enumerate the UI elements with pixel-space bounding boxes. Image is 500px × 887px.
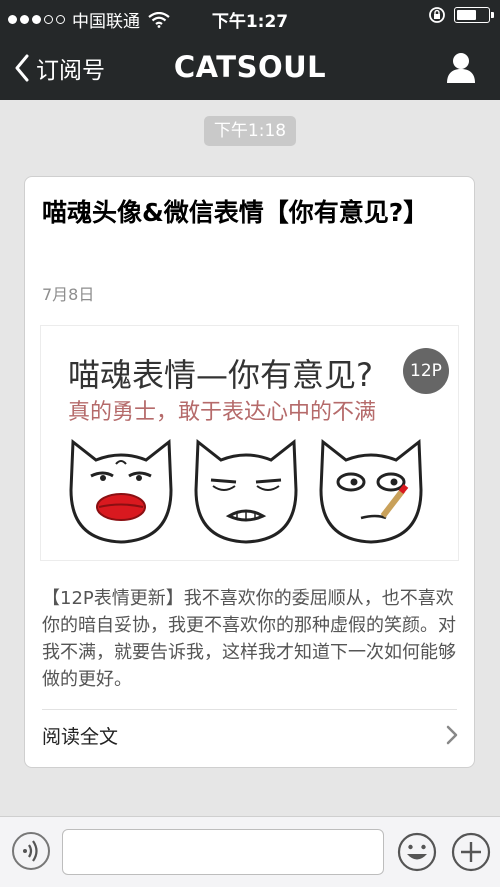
rotation-lock-icon xyxy=(429,7,445,23)
nav-bar: 订阅号 CATSOUL xyxy=(0,34,500,100)
article-summary: 【12P表情更新】我不喜欢你的委屈顺从，也不喜欢你的暗自妥协，我更不喜欢你的那种… xyxy=(42,588,456,690)
status-bar: 中国联通 下午1:27 xyxy=(0,0,500,34)
page-title: CATSOUL xyxy=(173,50,327,84)
message-timestamp: 下午1:18 xyxy=(204,116,296,146)
cover-title: 喵魂表情—你有意见? xyxy=(68,356,373,394)
article-card[interactable]: 喵魂头像&微信表情【你有意见?】 7月8日 喵魂表情—你有意见? 真的勇士，敢于… xyxy=(24,176,475,768)
message-input[interactable] xyxy=(62,829,384,875)
status-right xyxy=(428,6,494,24)
cat-lips-face xyxy=(69,439,173,544)
voice-icon xyxy=(23,840,38,862)
article-date: 7月8日 xyxy=(42,285,95,304)
divider xyxy=(42,709,457,710)
chevron-right-icon[interactable] xyxy=(446,725,458,745)
cat-grumpy-face xyxy=(194,439,298,544)
read-more-link[interactable]: 阅读全文 xyxy=(42,722,118,749)
cover-subtitle: 真的勇士，敢于表达心中的不满 xyxy=(68,400,377,425)
voice-input-button[interactable] xyxy=(12,832,50,870)
cat-faces-illustration xyxy=(69,439,423,544)
battery-icon xyxy=(454,7,494,23)
plus-button-icon[interactable] xyxy=(450,831,492,873)
status-time: 下午1:27 xyxy=(211,12,289,32)
message-input-bar xyxy=(0,816,500,887)
article-title[interactable]: 喵魂头像&微信表情【你有意见?】 xyxy=(42,195,442,231)
article-cover-image[interactable]: 喵魂表情—你有意见? 真的勇士，敢于表达心中的不满 12P xyxy=(40,325,459,561)
emoji-button-icon[interactable] xyxy=(396,831,438,873)
profile-icon[interactable] xyxy=(444,50,478,84)
cat-cigarette-face xyxy=(319,439,423,544)
cover-badge: 12P xyxy=(403,348,449,394)
